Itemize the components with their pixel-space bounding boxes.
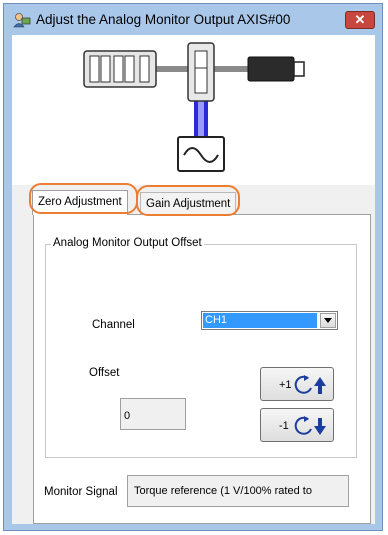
highlight-zero-adjustment [29,183,138,214]
signal-monitor-icon [177,136,225,172]
channel-select-value: CH1 [203,313,317,328]
servo-amplifier-icon [187,42,215,102]
rotate-up-icon [294,375,326,394]
monitor-signal-field: Torque reference (1 V/100% rated to [127,475,349,507]
decrement-label: -1 [279,420,289,432]
servo-motor-icon [247,56,305,82]
increment-label: +1 [279,379,292,391]
window-title: Adjust the Analog Monitor Output AXIS#00 [36,12,291,27]
group-label: Analog Monitor Output Offset [51,237,204,249]
close-button[interactable]: ✕ [345,11,375,29]
signal-beam [194,99,208,137]
title-bar[interactable]: Adjust the Analog Monitor Output AXIS#00… [4,4,382,36]
offset-label: Offset [89,367,120,379]
system-diagram [12,35,375,185]
chevron-down-icon[interactable] [320,313,336,328]
controller-unit-icon [83,50,157,88]
analog-monitor-offset-group: Analog Monitor Output Offset Channel CH1… [45,237,357,458]
zero-adjustment-panel: Analog Monitor Output Offset Channel CH1… [33,214,371,524]
highlight-gain-adjustment [136,185,240,216]
channel-label: Channel [92,319,135,331]
rotate-down-icon [294,416,326,435]
offset-field: 0 [120,398,186,430]
increment-button[interactable]: +1 [260,367,334,401]
channel-select[interactable]: CH1 [201,311,338,330]
monitor-signal-label: Monitor Signal [44,486,118,498]
adjust-analog-monitor-window: Adjust the Analog Monitor Output AXIS#00… [3,3,383,531]
monitor-person-icon [13,13,31,28]
decrement-button[interactable]: -1 [260,408,334,442]
dialog-client-area: Zero Adjustment Gain Adjustment Analog M… [12,35,375,524]
